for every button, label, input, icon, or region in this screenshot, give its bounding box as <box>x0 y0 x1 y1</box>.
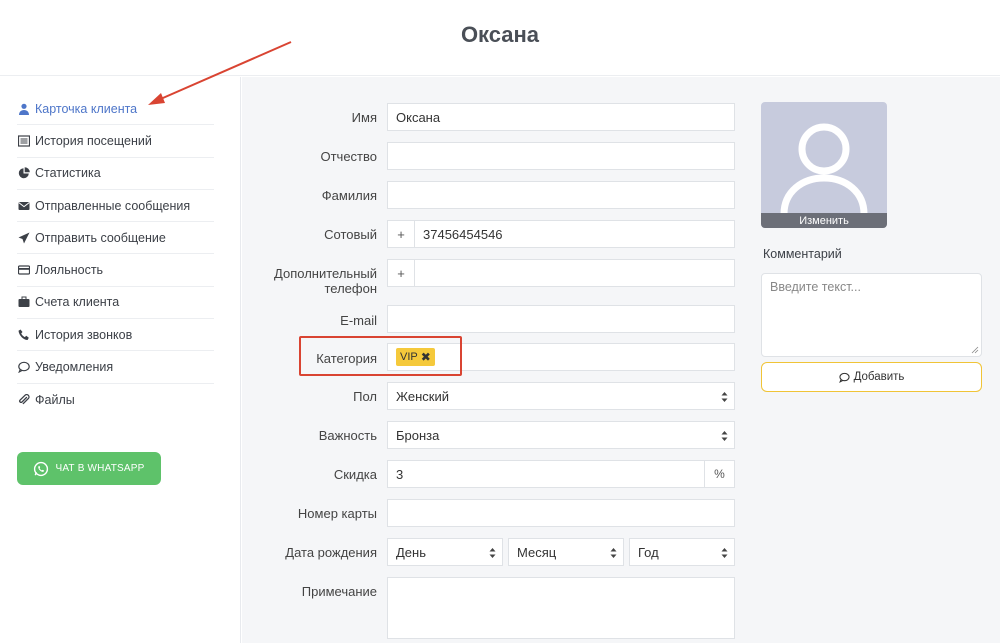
sidebar-item-sent-messages[interactable]: Отправленные сообщения <box>17 190 214 223</box>
sidebar-item-label: Счета клиента <box>35 295 120 310</box>
comment-textarea[interactable]: Введите текст... <box>761 273 982 357</box>
pie-chart-icon <box>17 167 30 180</box>
birth-day-value: День <box>396 544 426 560</box>
mobile-prefix: + <box>388 221 415 247</box>
discount-input[interactable]: 3 % <box>387 460 735 488</box>
gender-select[interactable]: Женский <box>387 382 735 410</box>
phone-icon <box>17 328 30 341</box>
extra-phone-input[interactable]: + <box>387 259 735 287</box>
sidebar-item-client-accounts[interactable]: Счета клиента <box>17 287 214 320</box>
discount-suffix: % <box>704 461 734 487</box>
sidebar-item-loyalty[interactable]: Лояльность <box>17 254 214 287</box>
surname-input[interactable] <box>387 181 735 209</box>
sidebar-nav: Карточка клиента История посещений Стати… <box>17 93 214 416</box>
sidebar-item-label: Уведомления <box>35 360 114 375</box>
add-comment-label: Добавить <box>853 371 905 383</box>
briefcase-icon <box>17 296 30 309</box>
email-input[interactable] <box>387 305 735 333</box>
discount-value: 3 <box>396 466 404 482</box>
sidebar-item-call-history[interactable]: История звонков <box>17 319 214 352</box>
user-icon <box>17 102 30 115</box>
card-number-input[interactable] <box>387 499 735 527</box>
mobile-input[interactable]: + 37456454546 <box>387 220 735 248</box>
page-title: Оксана <box>460 22 540 47</box>
extra-phone-label: Дополнительный телефон <box>274 266 377 296</box>
birth-year-value: Год <box>638 544 659 560</box>
surname-label: Фамилия <box>321 188 377 203</box>
envelope-icon <box>17 199 30 212</box>
select-arrows-icon <box>489 548 496 558</box>
card-number-label: Номер карты <box>297 506 377 521</box>
birth-month-select[interactable]: Месяц <box>508 538 624 566</box>
user-silhouette-icon <box>780 123 868 215</box>
resize-handle-icon[interactable] <box>971 346 979 354</box>
sidebar-item-visit-history[interactable]: История посещений <box>17 125 214 158</box>
sidebar-item-label: История посещений <box>35 133 152 148</box>
patronymic-input[interactable] <box>387 142 735 170</box>
category-highlight-box <box>299 336 462 376</box>
mobile-value: 37456454546 <box>423 226 503 242</box>
paperclip-icon <box>17 393 30 406</box>
paper-plane-icon <box>17 231 30 244</box>
gender-value: Женский <box>396 388 449 404</box>
sidebar-item-send-message[interactable]: Отправить сообщение <box>17 222 214 255</box>
select-arrows-icon <box>610 548 617 558</box>
sidebar-item-label: Отправленные сообщения <box>35 198 191 213</box>
sidebar-item-notifications[interactable]: Уведомления <box>17 351 214 384</box>
comment-placeholder: Введите текст... <box>770 280 861 294</box>
sidebar-item-label: Отправить сообщение <box>35 230 166 245</box>
avatar-change-label: Изменить <box>799 214 849 227</box>
name-label: Имя <box>351 110 377 125</box>
sidebar-item-label: Лояльность <box>35 263 104 278</box>
name-input[interactable]: Оксана <box>387 103 735 131</box>
sidebar-item-label: Статистика <box>35 166 101 181</box>
select-arrows-icon <box>721 431 728 441</box>
sidebar-item-label: Карточка клиента <box>35 101 138 116</box>
avatar: Изменить <box>761 102 887 228</box>
whatsapp-icon <box>34 461 49 476</box>
importance-value: Бронза <box>396 427 440 443</box>
comment-icon <box>838 372 850 383</box>
avatar-change-button[interactable]: Изменить <box>761 213 887 228</box>
comment-icon <box>17 361 30 374</box>
whatsapp-chat-button[interactable]: ЧАТ В WHATSAPP <box>17 452 161 485</box>
comment-title: Комментарий <box>763 247 842 261</box>
importance-label: Важность <box>318 428 377 443</box>
mobile-label: Сотовый <box>324 227 377 242</box>
email-label: E-mail <box>340 313 377 328</box>
sidebar-item-files[interactable]: Файлы <box>17 384 214 416</box>
note-label: Примечание <box>301 584 377 599</box>
extra-phone-prefix: + <box>388 260 415 286</box>
whatsapp-button-label: ЧАТ В WHATSAPP <box>55 463 145 474</box>
add-comment-button[interactable]: Добавить <box>761 362 982 392</box>
discount-label: Скидка <box>333 467 377 482</box>
select-arrows-icon <box>721 392 728 402</box>
list-icon <box>17 134 30 147</box>
birthdate-label: Дата рождения <box>285 545 377 560</box>
sidebar-item-label: История звонков <box>35 327 133 342</box>
patronymic-label: Отчество <box>320 149 377 164</box>
note-textarea[interactable] <box>387 577 735 639</box>
birth-year-select[interactable]: Год <box>629 538 735 566</box>
sidebar-item-client-card[interactable]: Карточка клиента <box>17 93 214 126</box>
birth-month-value: Месяц <box>517 544 557 560</box>
gender-label: Пол <box>353 389 377 404</box>
sidebar: Карточка клиента История посещений Стати… <box>0 77 241 643</box>
page-header: Оксана <box>0 0 1000 76</box>
sidebar-item-statistics[interactable]: Статистика <box>17 158 214 190</box>
importance-select[interactable]: Бронза <box>387 421 735 449</box>
sidebar-item-label: Файлы <box>35 392 75 407</box>
credit-card-icon <box>17 264 30 277</box>
name-value: Оксана <box>396 109 441 125</box>
select-arrows-icon <box>721 548 728 558</box>
birth-day-select[interactable]: День <box>387 538 503 566</box>
